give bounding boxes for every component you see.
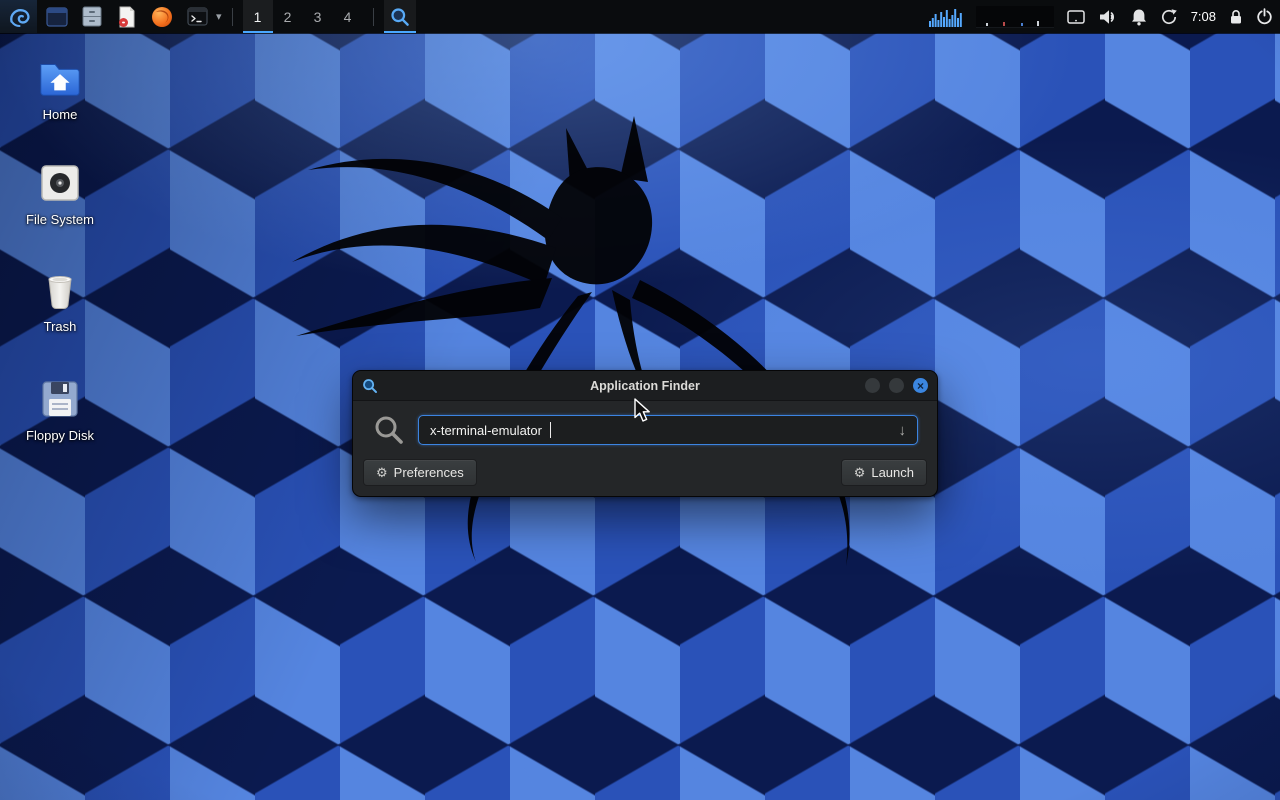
desktop-icon-label: Floppy Disk <box>26 428 94 443</box>
window-controls: × <box>865 378 928 393</box>
gear-icon: ⚙ <box>376 466 388 479</box>
clock[interactable]: 7:08 <box>1191 9 1216 24</box>
workspace-3[interactable]: 3 <box>303 0 333 33</box>
search-input-value: x-terminal-emulator <box>430 423 542 438</box>
preferences-button[interactable]: ⚙ Preferences <box>363 459 477 486</box>
launcher-file-manager[interactable] <box>79 4 105 30</box>
document-icon <box>117 6 137 28</box>
launcher-text-editor[interactable] <box>114 4 140 30</box>
desktop-icon-label: File System <box>26 212 94 227</box>
window-title: Application Finder <box>353 379 937 393</box>
system-tray: 7:08 <box>929 0 1280 33</box>
updates-icon[interactable] <box>1160 8 1178 26</box>
firefox-icon <box>151 6 173 28</box>
application-finder-window-icon <box>362 378 378 394</box>
minimize-button[interactable] <box>865 378 880 393</box>
run-gear-icon: ⚙ <box>854 466 866 479</box>
hard-drive-icon <box>38 161 82 205</box>
taskbar-application-finder[interactable] <box>384 0 416 33</box>
application-finder-task-icon <box>390 7 410 27</box>
window-body: x-terminal-emulator ↓ ⚙ Preferences ⚙ La… <box>353 401 937 496</box>
launcher-window[interactable] <box>44 4 70 30</box>
panel-separator <box>373 8 374 26</box>
trash-icon <box>39 270 81 312</box>
desktop-icon-home[interactable]: Home <box>12 54 108 122</box>
file-cabinet-icon <box>81 6 103 27</box>
close-icon: × <box>917 380 924 392</box>
workspace-4[interactable]: 4 <box>333 0 363 33</box>
kali-logo-icon <box>7 5 31 29</box>
network-graph-icon[interactable] <box>976 6 1054 28</box>
maximize-button[interactable] <box>889 378 904 393</box>
top-panel: ▾ 1 2 3 4 <box>0 0 1280 33</box>
desktop-icon-trash[interactable]: Trash <box>12 270 108 334</box>
floppy-disk-icon <box>38 377 82 421</box>
workspace-2[interactable]: 2 <box>273 0 303 33</box>
workspace-1[interactable]: 1 <box>243 0 273 33</box>
launcher-firefox[interactable] <box>149 4 175 30</box>
notifications-bell-icon[interactable] <box>1131 8 1147 26</box>
search-input[interactable]: x-terminal-emulator ↓ <box>418 415 918 445</box>
volume-icon[interactable] <box>1098 9 1118 25</box>
close-button[interactable]: × <box>913 378 928 393</box>
text-caret <box>550 422 552 438</box>
desktop-icon-file-system[interactable]: File System <box>12 161 108 227</box>
cpu-graph-icon[interactable] <box>929 6 963 28</box>
panel-separator <box>232 8 233 26</box>
terminal-icon <box>187 7 208 26</box>
launch-button[interactable]: ⚙ Launch <box>841 459 927 486</box>
desktop-icon-label: Trash <box>44 319 77 334</box>
titlebar[interactable]: Application Finder × <box>353 371 937 401</box>
desktop-root: Home File System Trash Floppy <box>0 0 1280 800</box>
launch-label: Launch <box>871 465 914 480</box>
desktop-icon-floppy-disk[interactable]: Floppy Disk <box>12 377 108 443</box>
search-icon <box>373 414 405 446</box>
desktop-icon-label: Home <box>43 107 78 122</box>
power-icon[interactable] <box>1256 8 1273 25</box>
dropdown-arrow-icon[interactable]: ↓ <box>899 422 907 439</box>
quick-launchers: ▾ <box>44 0 222 33</box>
terminal-dropdown-chevron-icon[interactable]: ▾ <box>216 10 222 23</box>
lock-icon[interactable] <box>1229 8 1243 25</box>
preferences-label: Preferences <box>394 465 464 480</box>
display-icon[interactable] <box>1067 10 1085 24</box>
applications-menu-button[interactable] <box>0 0 37 33</box>
application-finder-window: Application Finder × x-terminal-emulator… <box>352 370 938 497</box>
window-app-icon <box>46 7 68 27</box>
workspace-switcher: 1 2 3 4 <box>243 0 363 33</box>
launcher-terminal[interactable] <box>184 4 210 30</box>
home-folder-icon <box>37 54 83 100</box>
